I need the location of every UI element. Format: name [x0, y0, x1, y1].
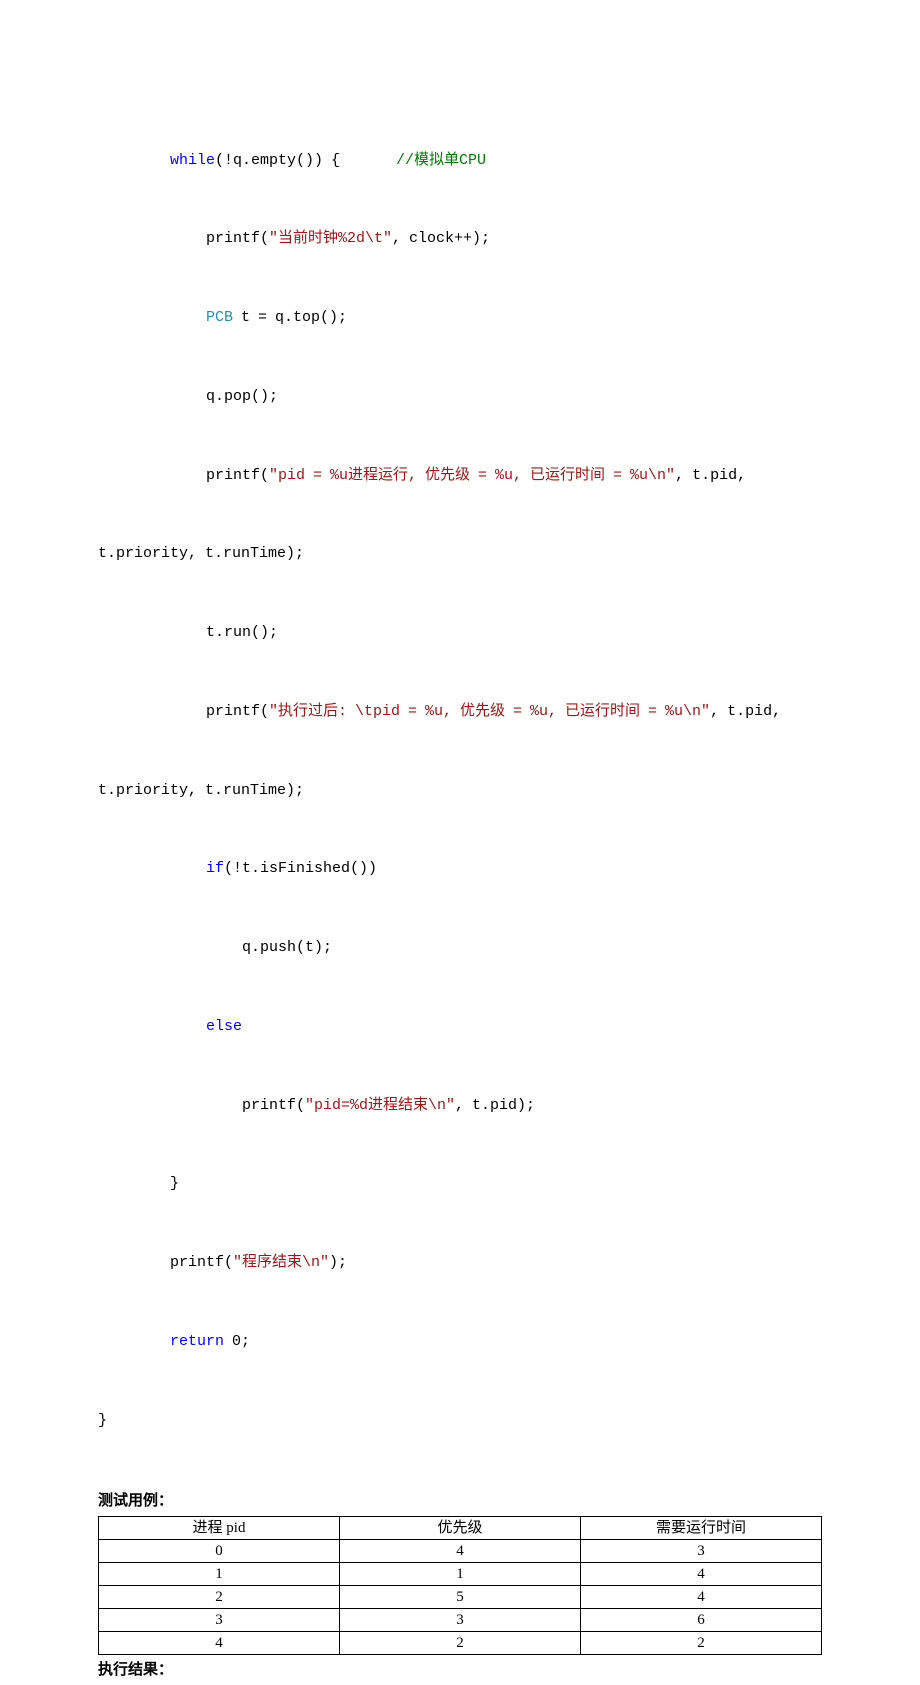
table-cell: 3: [581, 1540, 822, 1563]
string-literal: "当前时钟%2d\t": [269, 230, 392, 247]
code-text: t = q.top();: [233, 309, 347, 326]
table-row: 3 3 6: [99, 1609, 822, 1632]
code-line: return 0;: [98, 1329, 822, 1355]
code-text: printf(: [170, 1254, 233, 1271]
table-row: 4 2 2: [99, 1632, 822, 1655]
code-text: (!q.empty()) {: [215, 152, 396, 169]
table-cell: 4: [340, 1540, 581, 1563]
table-header-cell: 优先级: [340, 1517, 581, 1540]
table-cell: 4: [99, 1632, 340, 1655]
code-line: }: [98, 1408, 822, 1434]
code-line: t.priority, t.runTime);: [98, 541, 822, 567]
code-line: PCB t = q.top();: [98, 305, 822, 331]
code-text: , clock++);: [392, 230, 490, 247]
code-line: printf("当前时钟%2d\t", clock++);: [98, 226, 822, 252]
keyword: if: [206, 860, 224, 877]
table-cell: 4: [581, 1586, 822, 1609]
string-literal: "程序结束\n": [233, 1254, 329, 1271]
table-cell: 2: [99, 1586, 340, 1609]
code-text: );: [329, 1254, 347, 1271]
code-line: q.push(t);: [98, 935, 822, 961]
table-cell: 4: [581, 1563, 822, 1586]
table-cell: 5: [340, 1586, 581, 1609]
keyword: return: [170, 1333, 224, 1350]
table-row: 1 1 4: [99, 1563, 822, 1586]
table-cell: 2: [340, 1632, 581, 1655]
code-line: if(!t.isFinished()): [98, 856, 822, 882]
code-text: , t.pid);: [455, 1097, 535, 1114]
code-line: t.priority, t.runTime);: [98, 778, 822, 804]
table-row: 2 5 4: [99, 1586, 822, 1609]
table-cell: 1: [99, 1563, 340, 1586]
table-header-cell: 需要运行时间: [581, 1517, 822, 1540]
string-literal: "执行过后: \tpid = %u, 优先级 = %u, 已运行时间 = %u\…: [269, 703, 710, 720]
testcase-table: 进程 pid 优先级 需要运行时间 0 4 3 1 1 4 2 5 4 3 3 …: [98, 1516, 822, 1655]
comment: //模拟单CPU: [396, 152, 486, 169]
code-line: while(!q.empty()) { //模拟单CPU: [98, 148, 822, 174]
testcase-label: 测试用例：: [98, 1486, 822, 1516]
code-text: , t.pid,: [710, 703, 789, 720]
code-text: printf(: [206, 230, 269, 247]
table-cell: 0: [99, 1540, 340, 1563]
string-literal: "pid = %u进程运行, 优先级 = %u, 已运行时间 = %u\n": [269, 467, 675, 484]
code-text: 0;: [224, 1333, 250, 1350]
table-header-cell: 进程 pid: [99, 1517, 340, 1540]
table-cell: 2: [581, 1632, 822, 1655]
table-cell: 1: [340, 1563, 581, 1586]
code-line: }: [98, 1171, 822, 1197]
code-text: (!t.isFinished()): [224, 860, 377, 877]
table-cell: 6: [581, 1609, 822, 1632]
table-cell: 3: [99, 1609, 340, 1632]
code-line: t.run();: [98, 620, 822, 646]
code-text: printf(: [206, 467, 269, 484]
code-line: else: [98, 1014, 822, 1040]
string-literal: "pid=%d进程结束\n": [305, 1097, 455, 1114]
type-name: PCB: [206, 309, 233, 326]
code-line: printf("pid = %u进程运行, 优先级 = %u, 已运行时间 = …: [98, 463, 822, 489]
code-text: printf(: [242, 1097, 305, 1114]
table-header-row: 进程 pid 优先级 需要运行时间: [99, 1517, 822, 1540]
result-label: 执行结果：: [98, 1655, 822, 1685]
table-row: 0 4 3: [99, 1540, 822, 1563]
code-line: printf("执行过后: \tpid = %u, 优先级 = %u, 已运行时…: [98, 699, 822, 725]
code-line: printf("程序结束\n");: [98, 1250, 822, 1276]
document-page: while(!q.empty()) { //模拟单CPU printf("当前时…: [0, 0, 920, 1685]
table-cell: 3: [340, 1609, 581, 1632]
code-line: q.pop();: [98, 384, 822, 410]
code-line: printf("pid=%d进程结束\n", t.pid);: [98, 1093, 822, 1119]
code-block: while(!q.empty()) { //模拟单CPU printf("当前时…: [98, 95, 822, 1486]
keyword: while: [170, 152, 215, 169]
code-text: printf(: [206, 703, 269, 720]
code-text: , t.pid,: [675, 467, 754, 484]
